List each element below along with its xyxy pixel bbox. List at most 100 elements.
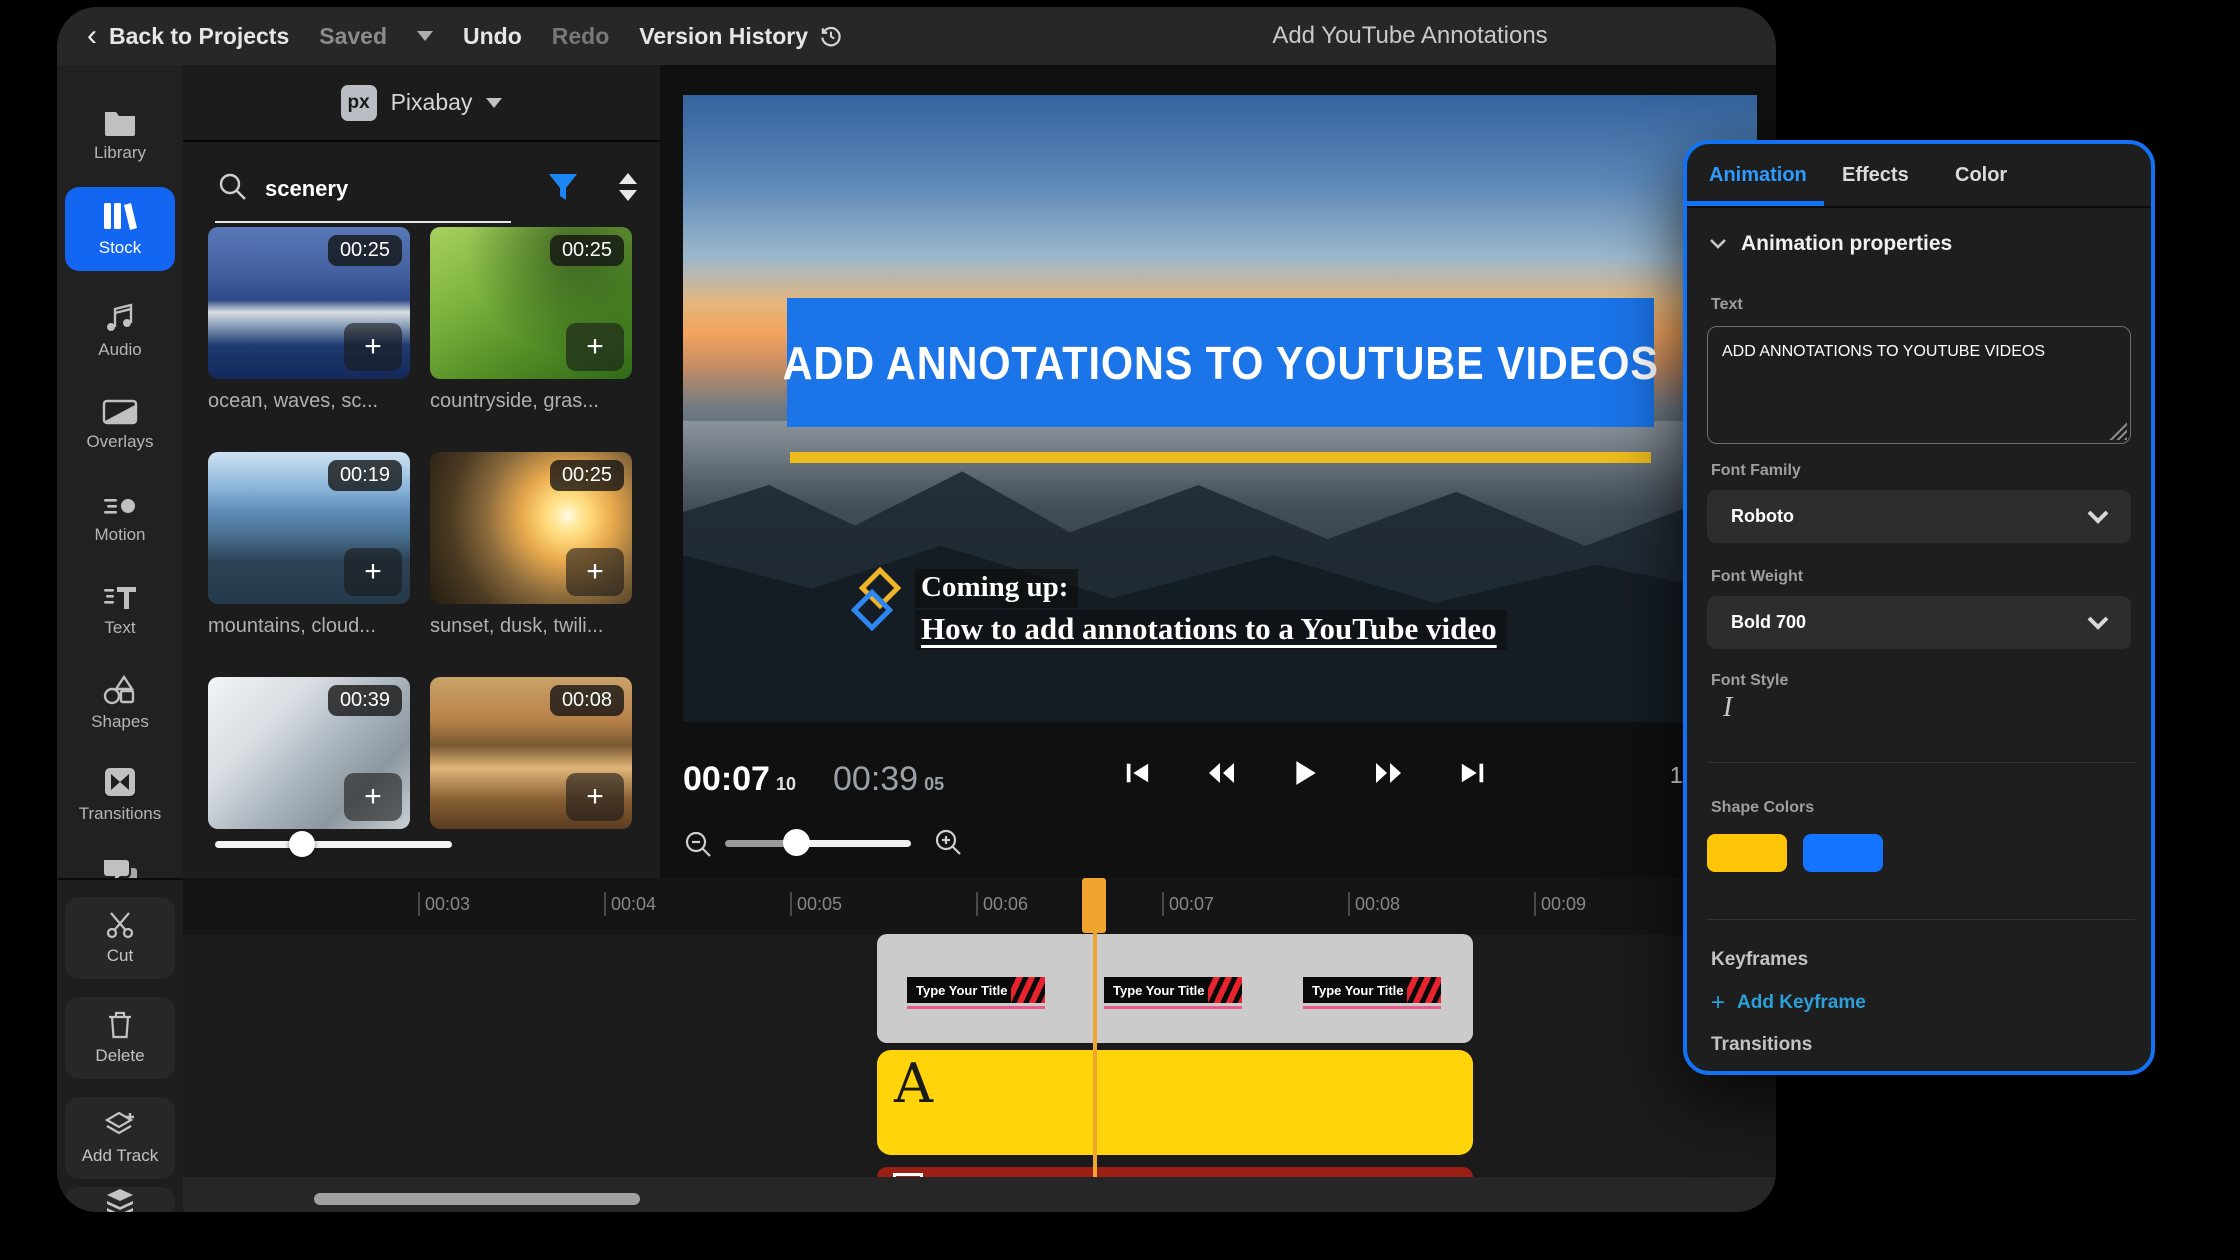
saved-caret-icon[interactable] — [417, 31, 433, 41]
divider — [1707, 762, 2135, 763]
current-frames: 10 — [776, 774, 796, 794]
redo-button[interactable]: Redo — [552, 23, 610, 50]
playhead-handle[interactable] — [1082, 878, 1106, 933]
slider-handle[interactable] — [289, 831, 315, 857]
sidebar-item-overlays[interactable]: Overlays — [65, 383, 175, 467]
title-track-clip[interactable]: Type Your Title Here Type Your Title Her… — [877, 934, 1473, 1043]
timeline[interactable]: 00:03 00:04 00:05 00:06 00:07 00:08 00:0… — [183, 878, 1776, 1212]
result-label: ocean, waves, sc... — [208, 390, 410, 413]
transitions-label: Transitions — [1711, 1034, 1812, 1056]
search-input[interactable] — [265, 169, 505, 209]
italic-style-button[interactable]: I — [1723, 692, 1732, 724]
sidebar-item-library[interactable]: Library — [65, 93, 175, 177]
title-banner[interactable]: ADD ANNOTATIONS TO YOUTUBE VIDEOS — [787, 298, 1654, 427]
tab-animation[interactable]: Animation — [1709, 144, 1807, 206]
zoom-in-icon[interactable] — [933, 827, 963, 857]
stock-result-card[interactable]: 00:25 + sunset, dusk, twili... — [430, 452, 632, 638]
skip-to-start-button[interactable] — [1120, 758, 1154, 788]
font-family-label: Font Family — [1711, 462, 1801, 480]
video-thumbnail-ocean[interactable]: 00:25 + — [208, 227, 410, 379]
layers-button[interactable] — [65, 1187, 175, 1212]
stock-result-card[interactable]: 00:25 + countryside, gras... — [430, 227, 632, 413]
video-canvas[interactable]: ADD ANNOTATIONS TO YOUTUBE VIDEOS Coming… — [683, 95, 1757, 722]
cut-button[interactable]: Cut — [65, 897, 175, 979]
delete-button[interactable]: Delete — [65, 997, 175, 1079]
horizontal-scrollbar[interactable] — [314, 1193, 640, 1205]
resize-grip[interactable] — [2109, 422, 2127, 440]
add-to-timeline-button[interactable]: + — [566, 323, 624, 371]
rewind-icon — [1206, 761, 1236, 785]
version-history-button[interactable]: Version History — [639, 23, 844, 50]
sidebar-item-transitions[interactable]: Transitions — [65, 753, 175, 837]
text-clip-glyph: A — [894, 1052, 933, 1115]
stock-result-card[interactable]: 00:19 + mountains, cloud... — [208, 452, 410, 638]
video-thumbnail-fog-valley[interactable]: 00:08 + — [430, 677, 632, 829]
saved-menu[interactable]: Saved — [319, 23, 387, 50]
shape-color-swatch-yellow[interactable] — [1707, 834, 1787, 872]
add-to-timeline-button[interactable]: + — [344, 773, 402, 821]
add-track-button[interactable]: Add Track — [65, 1097, 175, 1179]
stock-result-card[interactable]: 00:25 + ocean, waves, sc... — [208, 227, 410, 413]
font-family-value: Roboto — [1731, 506, 1794, 527]
zoom-slider-handle[interactable] — [783, 829, 810, 856]
back-chevron-icon: ‹ — [87, 21, 97, 51]
zoom-out-icon[interactable] — [683, 829, 713, 859]
total-time-value: 00:39 — [833, 760, 918, 798]
transitions-icon — [104, 767, 136, 797]
slider-track[interactable] — [215, 841, 452, 848]
stock-result-card[interactable]: 00:08 + — [430, 677, 632, 829]
stock-result-card[interactable]: 00:39 + — [208, 677, 410, 829]
fast-forward-button[interactable] — [1372, 758, 1406, 788]
animation-properties-header[interactable]: Animation properties — [1709, 232, 1952, 256]
tool-label: Cut — [107, 946, 133, 966]
video-thumbnail-snow[interactable]: 00:39 + — [208, 677, 410, 829]
shape-color-swatch-blue[interactable] — [1803, 834, 1883, 872]
add-to-timeline-button[interactable]: + — [344, 323, 402, 371]
add-layer-icon — [103, 1110, 137, 1140]
tool-label: Add Track — [82, 1146, 159, 1166]
title-underline-bar[interactable] — [790, 452, 1651, 463]
sort-icon[interactable] — [615, 171, 641, 203]
add-to-timeline-button[interactable]: + — [344, 548, 402, 596]
tab-effects[interactable]: Effects — [1842, 144, 1909, 206]
timeline-ruler[interactable]: 00:03 00:04 00:05 00:06 00:07 00:08 00:0… — [183, 878, 1776, 935]
add-keyframe-button[interactable]: + Add Keyframe — [1711, 989, 1866, 1017]
filter-icon[interactable] — [547, 171, 579, 203]
video-thumbnail-countryside[interactable]: 00:25 + — [430, 227, 632, 379]
sidebar-item-audio[interactable]: Audio — [65, 289, 175, 373]
undo-button[interactable]: Undo — [463, 23, 522, 50]
chevron-down-icon — [2087, 510, 2109, 524]
edit-tools-panel: Cut Delete Add Track — [57, 878, 183, 1212]
font-family-select[interactable]: Roboto — [1707, 490, 2131, 543]
sidebar-label: Library — [94, 143, 146, 163]
sidebar-item-shapes[interactable]: Shapes — [65, 661, 175, 745]
sidebar-item-motion[interactable]: Motion — [65, 477, 175, 561]
sidebar-item-stock[interactable]: Stock — [65, 187, 175, 271]
sidebar-item-text[interactable]: Text — [65, 569, 175, 653]
tab-label: Color — [1955, 164, 2007, 187]
pixabay-logo: px — [341, 85, 377, 121]
add-to-timeline-button[interactable]: + — [566, 773, 624, 821]
skip-to-end-button[interactable] — [1456, 758, 1490, 788]
tab-label: Effects — [1842, 164, 1909, 187]
font-weight-select[interactable]: Bold 700 — [1707, 596, 2131, 649]
video-thumbnail-sunset[interactable]: 00:25 + — [430, 452, 632, 604]
animation-properties-panel: Animation Effects Color Animation proper… — [1683, 140, 2155, 1075]
tab-color[interactable]: Color — [1955, 144, 2007, 206]
duration-badge: 00:39 — [328, 685, 402, 716]
video-thumbnail-mountains[interactable]: 00:19 + — [208, 452, 410, 604]
text-track-clip[interactable]: A — [877, 1050, 1473, 1155]
back-to-projects-button[interactable]: ‹ Back to Projects — [87, 21, 289, 51]
text-icon — [102, 585, 138, 611]
skip-start-icon — [1124, 760, 1150, 786]
zoom-slider-track[interactable] — [725, 840, 911, 847]
sidebar-label: Text — [104, 618, 135, 638]
stock-panel: px Pixabay — [183, 65, 660, 878]
text-input[interactable]: ADD ANNOTATIONS TO YOUTUBE VIDEOS — [1707, 326, 2131, 444]
provider-selector[interactable]: px Pixabay — [183, 65, 660, 142]
add-to-timeline-button[interactable]: + — [566, 548, 624, 596]
play-button[interactable] — [1288, 758, 1322, 788]
divider — [1707, 919, 2135, 920]
thumbnail-size-slider[interactable] — [215, 831, 452, 857]
rewind-button[interactable] — [1204, 758, 1238, 788]
